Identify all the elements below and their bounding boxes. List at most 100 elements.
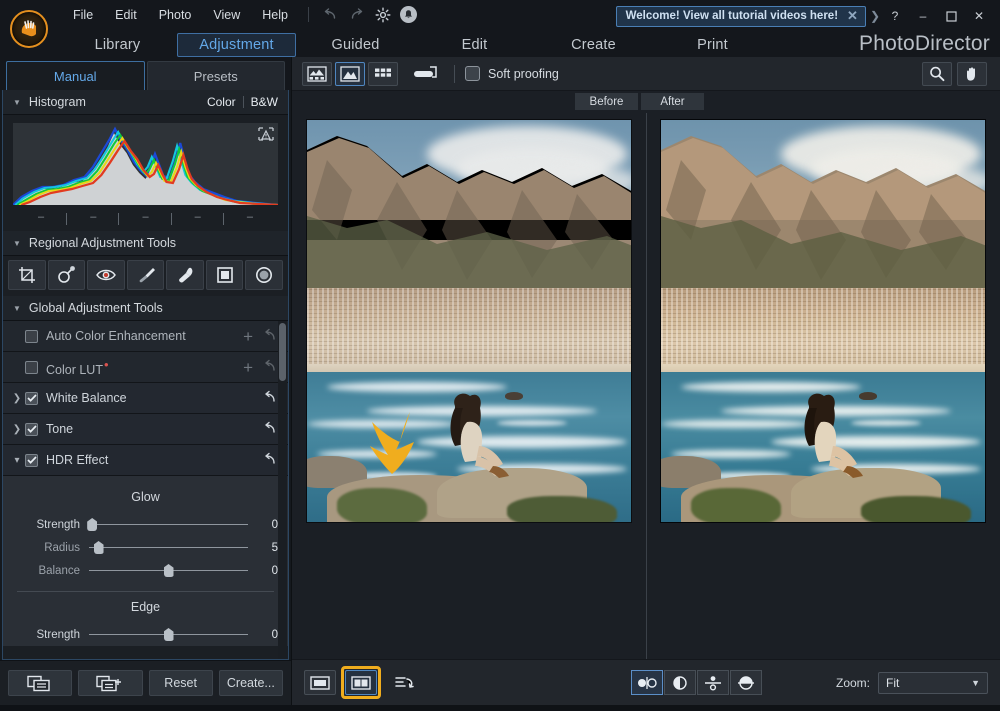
slider-track[interactable] xyxy=(89,564,248,577)
split-horizontal-icon[interactable] xyxy=(730,670,762,695)
reset-icon[interactable] xyxy=(263,421,278,437)
gradient-mask-icon[interactable] xyxy=(206,260,244,290)
menu-help[interactable]: Help xyxy=(251,4,299,26)
close-button[interactable]: ✕ xyxy=(966,5,992,27)
caret-down-icon[interactable]: ▼ xyxy=(13,304,21,313)
soft-proofing-checkbox[interactable] xyxy=(465,66,480,81)
zoom-select[interactable]: Fit ▼ xyxy=(878,672,988,694)
histogram-mode-color[interactable]: Color xyxy=(207,95,236,109)
second-monitor-icon[interactable] xyxy=(411,62,441,86)
brush-tool-icon[interactable] xyxy=(166,260,204,290)
reset-icon[interactable] xyxy=(263,390,278,406)
slider-knob[interactable] xyxy=(164,628,174,641)
checkbox-white-balance[interactable] xyxy=(25,392,38,405)
menu-photo[interactable]: Photo xyxy=(148,4,203,26)
slider-radius[interactable]: Radius 5 xyxy=(3,536,288,559)
chevron-right-icon[interactable]: ❯ xyxy=(9,424,25,435)
regional-tools-header[interactable]: ▼ Regional Adjustment Tools xyxy=(3,231,288,256)
slider-track[interactable] xyxy=(89,518,248,531)
side-by-side-icon[interactable] xyxy=(631,670,663,695)
menu-edit[interactable]: Edit xyxy=(104,4,148,26)
filmstrip-view-icon[interactable] xyxy=(302,62,332,86)
split-vertical-icon[interactable] xyxy=(664,670,696,695)
tab-edit[interactable]: Edit xyxy=(415,33,534,57)
copy-adjustments-button[interactable] xyxy=(8,670,72,696)
top-bottom-icon[interactable] xyxy=(697,670,729,695)
redo-icon[interactable] xyxy=(344,4,370,26)
menu-view[interactable]: View xyxy=(202,4,251,26)
add-icon[interactable]: + xyxy=(243,359,253,376)
before-label[interactable]: Before xyxy=(575,93,638,110)
chevron-right-icon[interactable]: ❯ xyxy=(9,393,25,404)
slider-edge-strength[interactable]: Strength 0 xyxy=(3,623,288,646)
checkbox-hdr-effect[interactable] xyxy=(25,454,38,467)
checkbox-auto-color-enhancement[interactable] xyxy=(25,330,38,343)
global-row-white-balance[interactable]: ❯ White Balance xyxy=(3,383,288,414)
global-row-tone[interactable]: ❯ Tone xyxy=(3,414,288,445)
menu-file[interactable]: File xyxy=(62,4,104,26)
tab-adjustment[interactable]: Adjustment xyxy=(177,33,296,57)
notification-bell-button[interactable] xyxy=(396,4,422,26)
red-eye-icon[interactable] xyxy=(87,260,125,290)
undo-icon[interactable] xyxy=(318,4,344,26)
before-photo[interactable] xyxy=(306,119,632,523)
clipping-warning-icon[interactable] xyxy=(258,127,274,141)
checkbox-tone[interactable] xyxy=(25,423,38,436)
tab-presets[interactable]: Presets xyxy=(147,61,286,90)
slider-knob[interactable] xyxy=(164,564,174,577)
crop-rotate-icon[interactable] xyxy=(8,260,46,290)
reset-icon[interactable] xyxy=(263,359,278,375)
add-icon[interactable]: + xyxy=(243,328,253,345)
create-button[interactable]: Create... xyxy=(219,670,283,696)
reset-button[interactable]: Reset xyxy=(149,670,213,696)
paste-adjustments-button[interactable] xyxy=(78,670,142,696)
tab-manual[interactable]: Manual xyxy=(6,61,145,90)
scrollbar-thumb[interactable] xyxy=(279,323,286,381)
checkbox-color-lut[interactable] xyxy=(25,361,38,374)
after-label[interactable]: After xyxy=(641,93,704,110)
compare-split-view-icon[interactable] xyxy=(345,670,377,695)
after-pane[interactable] xyxy=(647,113,1000,659)
maximize-button[interactable] xyxy=(938,5,964,27)
slider-balance[interactable]: Balance 0 xyxy=(3,559,288,582)
slider-strength[interactable]: Strength 0 xyxy=(3,513,288,536)
batch-queue-icon[interactable] xyxy=(389,670,421,695)
before-pane[interactable] xyxy=(292,113,646,659)
magnifier-icon[interactable] xyxy=(922,62,952,86)
single-photo-view-icon[interactable] xyxy=(335,62,365,86)
single-view-icon[interactable] xyxy=(304,670,336,695)
histogram-mode-bw[interactable]: B&W xyxy=(251,95,278,109)
chevron-down-icon[interactable]: ▼ xyxy=(971,678,980,688)
caret-down-icon[interactable]: ▼ xyxy=(13,98,21,107)
caret-down-icon[interactable]: ▾ xyxy=(9,455,25,466)
gear-icon[interactable] xyxy=(370,4,396,26)
minimize-button[interactable]: – xyxy=(910,5,936,27)
global-row-auto-color-enhancement[interactable]: Auto Color Enhancement + xyxy=(3,321,288,352)
global-tools-header[interactable]: ▼ Global Adjustment Tools xyxy=(3,296,288,321)
tab-create[interactable]: Create xyxy=(534,33,653,57)
tutorial-banner[interactable]: Welcome! View all tutorial videos here! … xyxy=(616,6,866,27)
reset-icon[interactable] xyxy=(263,328,278,344)
slider-track[interactable] xyxy=(89,628,248,641)
hand-icon[interactable] xyxy=(957,62,987,86)
tab-library[interactable]: Library xyxy=(58,33,177,57)
slider-knob[interactable] xyxy=(87,518,97,531)
adjustment-brush-icon[interactable] xyxy=(127,260,165,290)
left-panel-scrollbar[interactable] xyxy=(278,321,287,659)
reset-icon[interactable] xyxy=(263,452,278,468)
global-row-hdr-effect[interactable]: ▾ HDR Effect xyxy=(3,445,288,476)
histogram-section-header[interactable]: ▼ Histogram Color B&W xyxy=(3,90,288,115)
grid-view-icon[interactable] xyxy=(368,62,398,86)
tab-guided[interactable]: Guided xyxy=(296,33,415,57)
help-button[interactable]: ? xyxy=(882,5,908,27)
slider-knob[interactable] xyxy=(94,541,104,554)
close-icon[interactable]: ✕ xyxy=(846,8,859,24)
spot-removal-icon[interactable] xyxy=(48,260,86,290)
chevron-right-icon[interactable]: ❯ xyxy=(870,9,880,23)
tab-print[interactable]: Print xyxy=(653,33,772,57)
radial-mask-icon[interactable] xyxy=(245,260,283,290)
slider-track[interactable] xyxy=(89,541,248,554)
global-row-color-lut[interactable]: Color LUT• + xyxy=(3,352,288,383)
after-photo[interactable] xyxy=(660,119,986,523)
caret-down-icon[interactable]: ▼ xyxy=(13,239,21,248)
